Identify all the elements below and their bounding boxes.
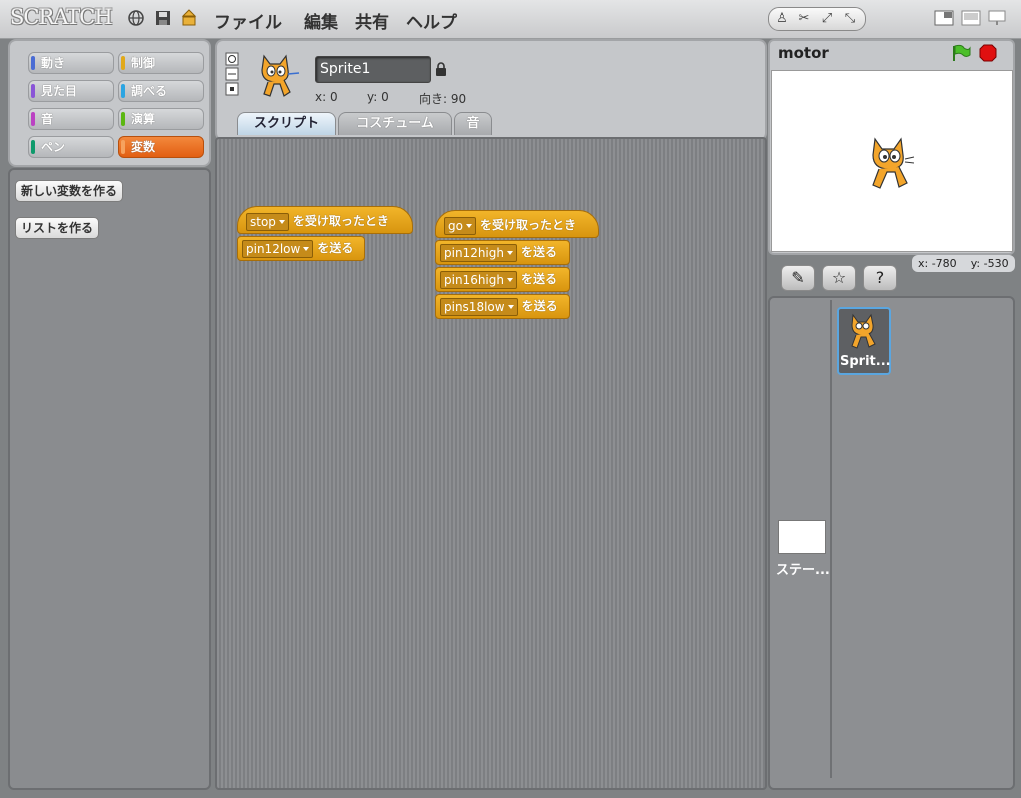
menu-file[interactable]: ファイル [214,8,282,33]
stage-sprite-divider [830,300,832,778]
category-color-bar [31,56,35,70]
stop-sign-icon[interactable] [979,44,997,62]
paint-new-sprite-button[interactable]: ✎ [781,265,815,291]
message-dropdown[interactable]: pin12low [242,239,314,258]
block-text: を受け取ったとき [292,214,389,228]
paint-star-icon: ✎ [791,268,805,287]
grow-icon[interactable]: ⤢ [818,11,836,27]
message-dropdown[interactable]: go [444,216,476,235]
mouse-coordinates: x: -780 y: -530 [912,255,1015,272]
broadcast-block[interactable]: pin16high を送る [435,267,570,292]
mouse-y: y: -530 [970,257,1009,270]
stage-thumbnail[interactable] [778,520,826,554]
new-variable-button[interactable]: 新しい変数を作る [15,180,124,202]
category-label: 変数 [131,140,156,154]
menu-bar: SCRATCH ファイル 編集 共有 ヘルプ ♙ ✂ ⤢ ⤡ [0,0,1021,39]
category-selector: 動き 制御 見た目 調べる 音 演算 ペン 変数 [8,39,211,167]
block-text: を受け取ったとき [479,218,576,232]
mouse-x: x: -780 [918,257,957,270]
presentation-mode-icon[interactable] [987,10,1007,26]
broadcast-block[interactable]: pin12low を送る [237,236,365,261]
category-color-bar [31,84,35,98]
menu-share[interactable]: 共有 [355,8,389,33]
save-icon[interactable] [154,9,172,27]
scratch-logo: SCRATCH [10,5,113,29]
message-dropdown[interactable]: pins18low [440,297,518,316]
category-color-bar [121,140,125,154]
new-list-button[interactable]: リストを作る [15,217,100,239]
category-control[interactable]: 制御 [118,52,204,74]
project-name: motor [778,44,829,62]
cat-sprite-icon[interactable] [865,135,915,191]
block-text: を送る [521,245,558,259]
broadcast-block[interactable]: pin12high を送る [435,240,570,265]
sprite-thumbnail[interactable]: Sprit... [837,307,891,375]
category-color-bar [121,56,125,70]
lock-icon[interactable] [435,62,447,76]
block-text: を送る [317,241,354,255]
category-sound[interactable]: 音 [28,108,114,130]
block-text: を送る [521,299,558,313]
tab-sounds[interactable]: 音 [454,112,492,135]
category-sensing[interactable]: 調べる [118,80,204,102]
category-color-bar [121,84,125,98]
message-dropdown[interactable]: stop [246,212,289,231]
message-dropdown[interactable]: pin12high [440,243,517,262]
question-star-icon: ? [875,268,885,287]
category-color-bar [31,112,35,126]
category-operators[interactable]: 演算 [118,108,204,130]
folder-star-icon: ☆ [831,268,847,287]
sprite-x-position: x: 0 [315,90,338,104]
category-label: 見た目 [41,84,78,98]
menu-help[interactable]: ヘルプ [406,8,457,33]
green-flag-icon[interactable] [950,44,972,62]
category-color-bar [31,140,35,154]
shrink-icon[interactable]: ⤡ [841,11,859,27]
category-color-bar [121,112,125,126]
sprite-thumbnail-label: Sprit... [840,354,891,369]
when-i-receive-hat-block[interactable]: stop を受け取ったとき [237,206,413,234]
category-label: 動き [41,56,66,70]
stage-canvas[interactable] [771,70,1013,252]
category-label: 音 [41,112,54,126]
when-i-receive-hat-block[interactable]: go を受け取ったとき [435,210,599,238]
sprite-y-position: y: 0 [367,90,389,104]
delete-scissors-icon[interactable]: ✂ [795,11,813,27]
category-motion[interactable]: 動き [28,52,114,74]
category-label: 調べる [131,84,168,98]
cursor-tools: ♙ ✂ ⤢ ⤡ [768,7,866,31]
category-label: 演算 [131,112,156,126]
sprite-thumbnail-cat-icon [261,54,300,97]
surprise-sprite-button[interactable]: ? [863,265,897,291]
rotation-style-icons [225,52,239,96]
small-stage-layout-icon[interactable] [934,10,954,26]
sprite-direction: 向き: 90 [419,92,467,106]
cat-sprite-icon [851,313,876,349]
stage-thumbnail-label: ステー... [776,563,830,578]
choose-sprite-from-file-button[interactable]: ☆ [822,265,856,291]
normal-stage-layout-icon[interactable] [961,10,981,26]
category-label: 制御 [131,56,156,70]
rotate-all-around-icon[interactable] [225,52,239,66]
sprite-name-field[interactable]: Sprite1 [315,56,431,83]
menu-edit[interactable]: 編集 [304,8,338,33]
globe-icon[interactable] [127,9,145,27]
message-dropdown[interactable]: pin16high [440,270,517,289]
tab-costumes[interactable]: コスチューム [338,112,452,135]
duplicate-stamp-icon[interactable]: ♙ [773,11,791,27]
block-palette: 新しい変数を作る リストを作る [8,168,211,790]
block-text: を送る [521,272,558,286]
category-looks[interactable]: 見た目 [28,80,114,102]
dont-rotate-icon[interactable] [225,82,239,96]
category-variables[interactable]: 変数 [118,136,204,158]
tab-scripts[interactable]: スクリプト [237,112,336,135]
left-right-flip-icon[interactable] [225,67,239,81]
share-upload-icon[interactable] [180,9,198,27]
category-label: ペン [41,140,66,154]
category-pen[interactable]: ペン [28,136,114,158]
broadcast-block[interactable]: pins18low を送る [435,294,570,319]
